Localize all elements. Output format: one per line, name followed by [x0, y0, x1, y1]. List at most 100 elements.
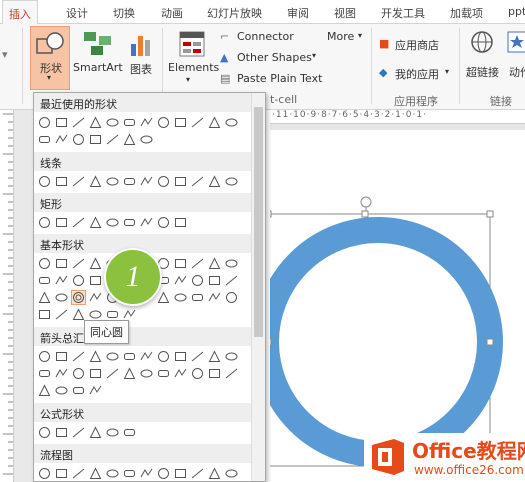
tab-ppt[interactable]: ppt — [508, 5, 525, 18]
shape-option[interactable] — [156, 349, 171, 364]
tab-addins[interactable]: 加载项 — [450, 5, 483, 21]
tab-view[interactable]: 视图 — [334, 5, 356, 21]
shape-option[interactable] — [139, 349, 154, 364]
shape-option[interactable] — [71, 383, 86, 398]
shape-option[interactable] — [173, 466, 188, 481]
shape-option[interactable] — [122, 349, 137, 364]
shape-option[interactable] — [88, 215, 103, 230]
shape-option[interactable] — [207, 273, 222, 288]
shape-option[interactable] — [88, 383, 103, 398]
shape-option[interactable] — [224, 349, 239, 364]
shape-option[interactable] — [37, 425, 52, 440]
shape-option[interactable] — [207, 115, 222, 130]
shape-option[interactable] — [88, 366, 103, 381]
shape-option[interactable] — [37, 174, 52, 189]
elements-button[interactable]: Elements ▾ — [166, 26, 219, 86]
shape-option[interactable] — [156, 174, 171, 189]
shape-option[interactable] — [54, 290, 69, 305]
shape-option[interactable] — [37, 132, 52, 147]
shape-option[interactable] — [173, 215, 188, 230]
shape-option[interactable] — [88, 256, 103, 271]
shape-donut-option[interactable] — [71, 290, 86, 305]
shape-option[interactable] — [224, 256, 239, 271]
shape-option[interactable] — [37, 215, 52, 230]
shape-option[interactable] — [54, 383, 69, 398]
hyperlink-button[interactable]: 超链接 — [463, 28, 503, 88]
shape-option[interactable] — [105, 174, 120, 189]
shape-option[interactable] — [71, 215, 86, 230]
shape-option[interactable] — [105, 425, 120, 440]
shape-option[interactable] — [190, 466, 205, 481]
shape-option[interactable] — [54, 466, 69, 481]
other-shapes-button[interactable]: ▲ Other Shapes ▾ — [220, 51, 330, 67]
shape-option[interactable] — [139, 466, 154, 481]
more-button[interactable]: More ▾ — [327, 30, 367, 46]
shape-option[interactable] — [37, 466, 52, 481]
shape-option[interactable] — [190, 349, 205, 364]
shape-option[interactable] — [224, 466, 239, 481]
shape-option[interactable] — [139, 215, 154, 230]
tab-transitions[interactable]: 切换 — [113, 5, 135, 21]
shape-option[interactable] — [37, 307, 52, 322]
shape-option[interactable] — [190, 366, 205, 381]
shape-option[interactable] — [207, 349, 222, 364]
shape-option[interactable] — [71, 174, 86, 189]
shape-option[interactable] — [122, 466, 137, 481]
shape-option[interactable] — [105, 132, 120, 147]
shape-option[interactable] — [224, 115, 239, 130]
shape-option[interactable] — [207, 256, 222, 271]
shape-option[interactable] — [71, 466, 86, 481]
shape-option[interactable] — [190, 290, 205, 305]
panel-scrollbar[interactable] — [251, 93, 265, 481]
shape-option[interactable] — [37, 383, 52, 398]
shape-option[interactable] — [207, 174, 222, 189]
shape-option[interactable] — [105, 115, 120, 130]
ribbon-left-dropdown-arrow[interactable]: ▾ — [2, 48, 8, 61]
shape-option[interactable] — [139, 174, 154, 189]
shape-option[interactable] — [37, 256, 52, 271]
shape-option[interactable] — [122, 425, 137, 440]
shape-option[interactable] — [173, 256, 188, 271]
tab-animations[interactable]: 动画 — [161, 5, 183, 21]
shape-option[interactable] — [88, 349, 103, 364]
tab-insert[interactable]: 插入 — [2, 0, 38, 25]
shape-option[interactable] — [71, 366, 86, 381]
shape-option[interactable] — [105, 466, 120, 481]
shape-option[interactable] — [156, 366, 171, 381]
shape-option[interactable] — [224, 366, 239, 381]
shape-option[interactable] — [88, 273, 103, 288]
shape-option[interactable] — [207, 366, 222, 381]
panel-scrollbar-thumb[interactable] — [254, 107, 263, 337]
shape-option[interactable] — [54, 366, 69, 381]
shape-option[interactable] — [156, 290, 171, 305]
shape-option[interactable] — [156, 115, 171, 130]
shape-option[interactable] — [139, 366, 154, 381]
shape-option[interactable] — [207, 290, 222, 305]
shape-option[interactable] — [190, 115, 205, 130]
shape-option[interactable] — [190, 273, 205, 288]
tab-slideshow[interactable]: 幻灯片放映 — [207, 5, 262, 21]
shape-option[interactable] — [54, 273, 69, 288]
shape-option[interactable] — [105, 366, 120, 381]
shape-option[interactable] — [54, 115, 69, 130]
shape-option[interactable] — [224, 290, 239, 305]
my-apps-button[interactable]: ◆ 我的应用 ▾ — [379, 66, 459, 82]
shape-option[interactable] — [122, 132, 137, 147]
shape-option[interactable] — [54, 349, 69, 364]
shape-option[interactable] — [71, 132, 86, 147]
shape-option[interactable] — [54, 174, 69, 189]
tab-review[interactable]: 审阅 — [287, 5, 309, 21]
shape-option[interactable] — [88, 466, 103, 481]
shape-option[interactable] — [173, 174, 188, 189]
shape-option[interactable] — [224, 273, 239, 288]
app-store-button[interactable]: ■ 应用商店 — [379, 37, 459, 53]
shape-option[interactable] — [122, 174, 137, 189]
shape-option[interactable] — [37, 290, 52, 305]
shape-option[interactable] — [122, 366, 137, 381]
action-button[interactable]: 动作 — [507, 28, 525, 88]
shape-option[interactable] — [71, 273, 86, 288]
paste-plain-text-button[interactable]: ▤ Paste Plain Text — [220, 72, 330, 88]
selected-ring-shape[interactable] — [270, 130, 525, 482]
shape-option[interactable] — [156, 215, 171, 230]
shape-option[interactable] — [37, 273, 52, 288]
